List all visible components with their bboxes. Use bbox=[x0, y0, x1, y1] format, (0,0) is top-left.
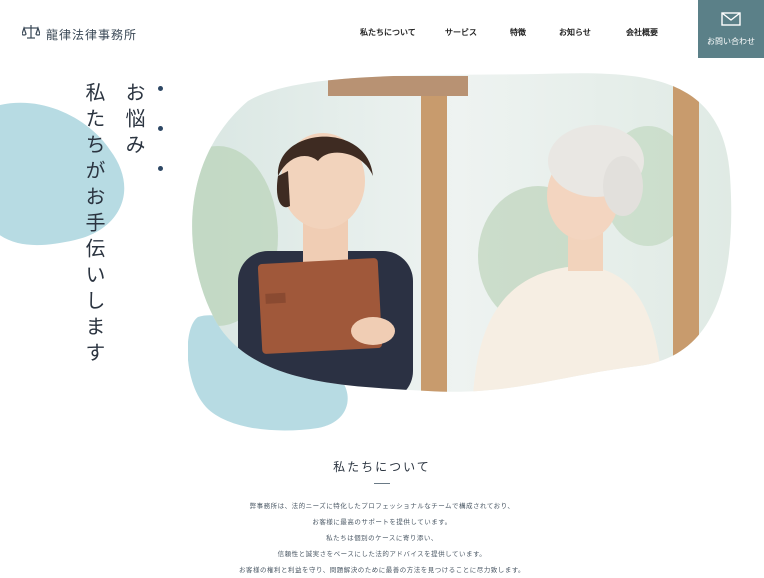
about-body: 弊事務所は、法的ニーズに特化したプロフェッショナルなチームで構成されており、 お… bbox=[0, 498, 764, 578]
nav-item-services[interactable]: サービス bbox=[445, 27, 477, 38]
about-line: お客様に最高のサポートを提供しています。 bbox=[312, 518, 452, 526]
dot-icon bbox=[158, 86, 163, 91]
decorative-blob-left bbox=[0, 102, 125, 246]
nav-item-company[interactable]: 会社概要 bbox=[626, 27, 658, 38]
hero-title-line-2: 私たちがお手伝いします bbox=[82, 82, 106, 368]
nav-item-features[interactable]: 特徴 bbox=[510, 27, 526, 38]
contact-button[interactable]: お問い合わせ bbox=[698, 0, 764, 58]
main-nav: 私たちについて サービス 特徴 お知らせ 会社概要 bbox=[0, 27, 764, 41]
about-line: 弊事務所は、法的ニーズに特化したプロフェッショナルなチームで構成されており、 bbox=[249, 502, 515, 510]
decorative-dots bbox=[158, 86, 163, 206]
about-divider bbox=[374, 483, 390, 484]
nav-item-about[interactable]: 私たちについて bbox=[360, 27, 416, 38]
dot-icon bbox=[158, 166, 163, 171]
nav-item-news[interactable]: お知らせ bbox=[559, 27, 591, 38]
about-section-title: 私たちについて bbox=[333, 460, 431, 474]
about-line: 私たちは個別のケースに寄り添い、 bbox=[326, 534, 438, 542]
contact-label: お問い合わせ bbox=[707, 37, 755, 46]
hero-photo bbox=[192, 73, 732, 392]
dot-icon bbox=[158, 126, 163, 131]
mail-icon bbox=[721, 11, 741, 30]
hero-title-line-1: お悩み bbox=[122, 82, 146, 160]
about-line: 信頼性と誠実さをベースにした法的アドバイスを提供しています。 bbox=[277, 550, 487, 558]
about-line: お客様の権利と利益を守り、問題解決のために最善の方法を見つけることに尽力致します… bbox=[238, 566, 526, 574]
